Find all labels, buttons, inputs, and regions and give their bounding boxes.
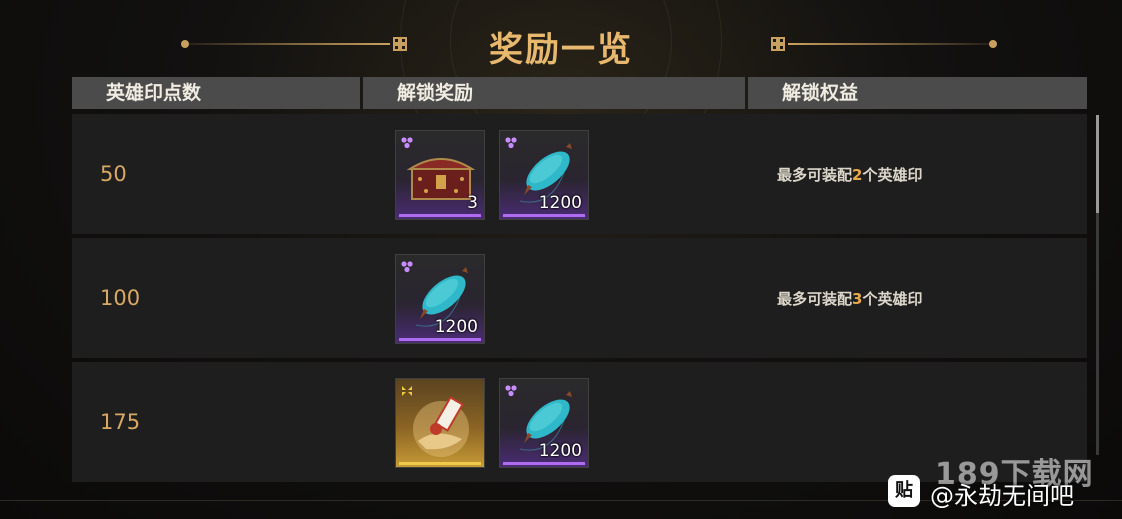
benefit-suffix: 个英雄印 [862, 166, 923, 184]
reward-item[interactable]: 1200 [499, 130, 589, 220]
column-header-points: 英雄印点数 [72, 77, 360, 109]
scrollbar-thumb[interactable] [1096, 115, 1099, 213]
unlock-benefit: 最多可装配3个英雄印 [777, 288, 922, 309]
reward-item[interactable] [395, 378, 485, 468]
table-row: 100 1200 最多可装配3个英雄印 [72, 238, 1087, 358]
rarity-bar [399, 338, 481, 341]
benefit-prefix: 最多可装配 [777, 290, 853, 308]
reward-item[interactable]: 1200 [499, 378, 589, 468]
title-ornament-line-right [788, 43, 993, 45]
page-title: 奖励一览 [489, 30, 633, 70]
purple-rarity-icon [400, 259, 414, 273]
table-header: 英雄印点数 解锁奖励 解锁权益 [72, 77, 1087, 109]
purple-rarity-icon [504, 135, 518, 149]
item-quantity: 1200 [538, 193, 582, 213]
rarity-bar [399, 214, 481, 217]
rarity-bar [503, 214, 585, 217]
column-header-rewards: 解锁奖励 [363, 77, 745, 109]
forum-watermark: 贴 @永劫无间吧 [888, 475, 1120, 510]
title-bar: 奖励一览 [0, 18, 1122, 70]
reward-item[interactable]: 1200 [395, 254, 485, 344]
reward-item[interactable]: 3 [395, 130, 485, 220]
gold-rarity-icon [400, 383, 414, 397]
unlock-benefit: 最多可装配2个英雄印 [777, 164, 922, 185]
item-quantity: 1200 [538, 441, 582, 461]
table-row: 50 3 1200 最多可装配2个英雄印 [72, 114, 1087, 234]
benefit-prefix: 最多可装配 [777, 166, 853, 184]
rarity-bar [503, 462, 585, 465]
tieba-logo-icon: 贴 [888, 475, 920, 507]
purple-rarity-icon [400, 135, 414, 149]
benefit-suffix: 个英雄印 [862, 290, 923, 308]
rarity-bar [399, 462, 481, 465]
hero-seal-points: 175 [100, 410, 141, 434]
column-header-benefits: 解锁权益 [748, 77, 1087, 109]
forum-handle: @永劫无间吧 [930, 482, 1074, 510]
benefit-count: 3 [852, 290, 863, 308]
hero-seal-points: 50 [100, 162, 127, 186]
title-ornament-dot-right [989, 40, 997, 48]
knot-ornament-icon [770, 36, 786, 52]
benefit-count: 2 [852, 166, 863, 184]
purple-rarity-icon [504, 383, 518, 397]
item-quantity: 3 [467, 193, 478, 213]
hero-seal-points: 100 [100, 286, 141, 310]
item-quantity: 1200 [434, 317, 478, 337]
